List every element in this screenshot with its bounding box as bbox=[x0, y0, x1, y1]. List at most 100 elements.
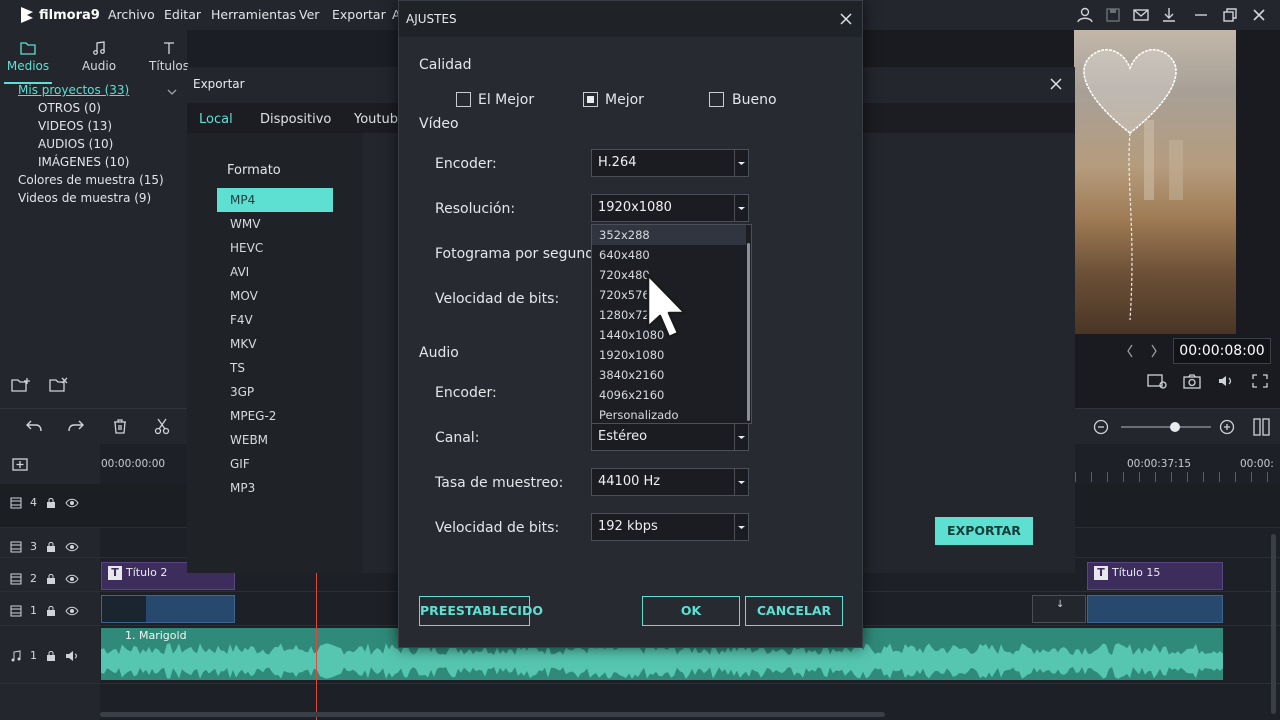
eye-icon[interactable] bbox=[65, 605, 79, 617]
preview-video[interactable] bbox=[1074, 30, 1236, 334]
close-icon[interactable] bbox=[1250, 6, 1268, 24]
eye-icon[interactable] bbox=[65, 541, 79, 553]
dropdown-arrow[interactable] bbox=[734, 424, 748, 450]
tab-local[interactable]: Local bbox=[199, 112, 233, 127]
format-mp4[interactable]: MP4 bbox=[217, 188, 333, 212]
scissors-icon[interactable] bbox=[152, 417, 172, 435]
quality-better-label: Mejor bbox=[605, 92, 644, 108]
eye-icon[interactable] bbox=[65, 573, 79, 585]
download-icon[interactable] bbox=[1160, 6, 1178, 24]
menu-herramientas[interactable]: Herramientas bbox=[211, 7, 296, 22]
tab-audio[interactable]: Audio bbox=[69, 40, 129, 73]
format-mov[interactable]: MOV bbox=[230, 289, 258, 303]
dropdown-scrollbar[interactable] bbox=[747, 243, 750, 421]
panel-toggle-icon[interactable] bbox=[1252, 417, 1272, 437]
resolution-option[interactable]: Personalizado bbox=[592, 405, 746, 425]
zoom-slider-handle[interactable] bbox=[1170, 422, 1180, 432]
resolution-option[interactable]: 352x288 bbox=[592, 225, 746, 245]
video-encoder-select[interactable]: H.264 bbox=[591, 149, 749, 177]
format-mp3[interactable]: MP3 bbox=[230, 481, 255, 495]
resolution-option[interactable]: 4096x2160 bbox=[592, 385, 746, 405]
render-settings-icon[interactable] bbox=[1146, 372, 1168, 390]
lock-icon[interactable] bbox=[45, 497, 57, 509]
lock-icon[interactable] bbox=[45, 605, 57, 617]
export-button[interactable]: EXPORTAR bbox=[935, 517, 1033, 545]
title-clip-2[interactable]: T Título 15 bbox=[1087, 562, 1223, 590]
restore-icon[interactable] bbox=[1221, 6, 1239, 24]
quality-best-checkbox[interactable] bbox=[456, 92, 471, 107]
format-webm[interactable]: WEBM bbox=[230, 433, 268, 447]
format-hevc[interactable]: HEVC bbox=[230, 241, 263, 255]
close-icon[interactable] bbox=[839, 12, 853, 26]
audio-bitrate-select[interactable]: 192 kbps bbox=[591, 513, 749, 541]
cancel-button[interactable]: CANCELAR bbox=[745, 596, 843, 626]
zoom-in-icon[interactable] bbox=[1218, 418, 1236, 436]
lock-icon[interactable] bbox=[45, 541, 57, 553]
format-wmv[interactable]: WMV bbox=[230, 217, 260, 231]
title-clip-label: Título 15 bbox=[1112, 566, 1161, 579]
lock-icon[interactable] bbox=[45, 573, 57, 585]
resolution-option[interactable]: 1920x1080 bbox=[592, 345, 746, 365]
video-clip-2[interactable] bbox=[1087, 595, 1223, 623]
delete-folder-icon[interactable] bbox=[48, 376, 70, 394]
dropdown-arrow[interactable] bbox=[734, 150, 748, 176]
close-icon[interactable] bbox=[1049, 77, 1063, 91]
user-icon[interactable] bbox=[1076, 6, 1094, 24]
samplerate-select[interactable]: 44100 Hz bbox=[591, 468, 749, 496]
resolution-option[interactable]: 3840x2160 bbox=[592, 365, 746, 385]
timeline-vscrollbar[interactable] bbox=[1271, 534, 1276, 714]
camera-icon[interactable] bbox=[1182, 372, 1202, 390]
new-folder-icon[interactable] bbox=[10, 376, 32, 394]
tree-imagenes[interactable]: IMÁGENES (10) bbox=[38, 155, 129, 169]
tree-otros[interactable]: OTROS (0) bbox=[38, 101, 101, 115]
zoom-slider-track[interactable] bbox=[1121, 426, 1211, 428]
menu-ver[interactable]: Ver bbox=[299, 7, 319, 22]
video-clip[interactable] bbox=[101, 595, 235, 623]
format-gif[interactable]: GIF bbox=[230, 457, 250, 471]
add-track-icon[interactable] bbox=[10, 454, 32, 474]
timeline-scrollbar[interactable] bbox=[100, 712, 885, 717]
menu-exportar[interactable]: Exportar bbox=[332, 7, 386, 22]
eye-icon[interactable] bbox=[65, 497, 79, 509]
tree-audios[interactable]: AUDIOS (10) bbox=[38, 137, 113, 151]
mail-icon[interactable] bbox=[1132, 6, 1150, 24]
preset-button[interactable]: PREESTABLECIDO bbox=[419, 596, 543, 626]
undo-icon[interactable] bbox=[24, 417, 44, 435]
channel-select[interactable]: Estéreo bbox=[591, 423, 749, 451]
transition-marker[interactable]: ↓ bbox=[1032, 595, 1086, 623]
speaker-icon[interactable] bbox=[65, 650, 79, 662]
fullscreen-icon[interactable] bbox=[1250, 372, 1270, 390]
dropdown-arrow[interactable] bbox=[734, 195, 748, 221]
resolution-select[interactable]: 1920x1080 bbox=[591, 194, 749, 222]
format-ts[interactable]: TS bbox=[230, 361, 245, 375]
redo-icon[interactable] bbox=[66, 417, 86, 435]
save-icon[interactable] bbox=[1104, 6, 1122, 24]
menu-archivo[interactable]: Archivo bbox=[108, 7, 155, 22]
dropdown-arrow[interactable] bbox=[734, 514, 748, 540]
tree-mis-proyectos[interactable]: Mis proyectos (33) bbox=[18, 83, 129, 97]
format-avi[interactable]: AVI bbox=[230, 265, 249, 279]
mark-in-out-icon[interactable] bbox=[1124, 342, 1164, 360]
zoom-out-icon[interactable] bbox=[1092, 418, 1110, 436]
format-mkv[interactable]: MKV bbox=[230, 337, 256, 351]
quality-good-checkbox[interactable] bbox=[709, 92, 724, 107]
menu-editar[interactable]: Editar bbox=[164, 7, 201, 22]
dropdown-arrow[interactable] bbox=[734, 469, 748, 495]
resolution-option[interactable]: 640x480 bbox=[592, 245, 746, 265]
playhead[interactable] bbox=[316, 572, 317, 720]
lock-icon[interactable] bbox=[45, 650, 57, 662]
chevron-down-icon[interactable] bbox=[165, 87, 179, 97]
tree-videos[interactable]: VIDEOS (13) bbox=[38, 119, 112, 133]
format-mpeg2[interactable]: MPEG-2 bbox=[230, 409, 276, 423]
minimize-icon[interactable] bbox=[1192, 6, 1210, 24]
ok-button[interactable]: OK bbox=[642, 596, 740, 626]
tree-colores[interactable]: Colores de muestra (15) bbox=[18, 173, 164, 187]
format-3gp[interactable]: 3GP bbox=[230, 385, 254, 399]
tree-videos-muestra[interactable]: Videos de muestra (9) bbox=[18, 191, 151, 205]
trash-icon[interactable] bbox=[110, 417, 130, 435]
format-f4v[interactable]: F4V bbox=[230, 313, 253, 327]
volume-icon[interactable] bbox=[1216, 372, 1236, 390]
tab-medios[interactable]: Medios bbox=[0, 40, 58, 84]
quality-better-checkbox[interactable] bbox=[583, 92, 598, 107]
tab-dispositivo[interactable]: Dispositivo bbox=[260, 112, 331, 127]
